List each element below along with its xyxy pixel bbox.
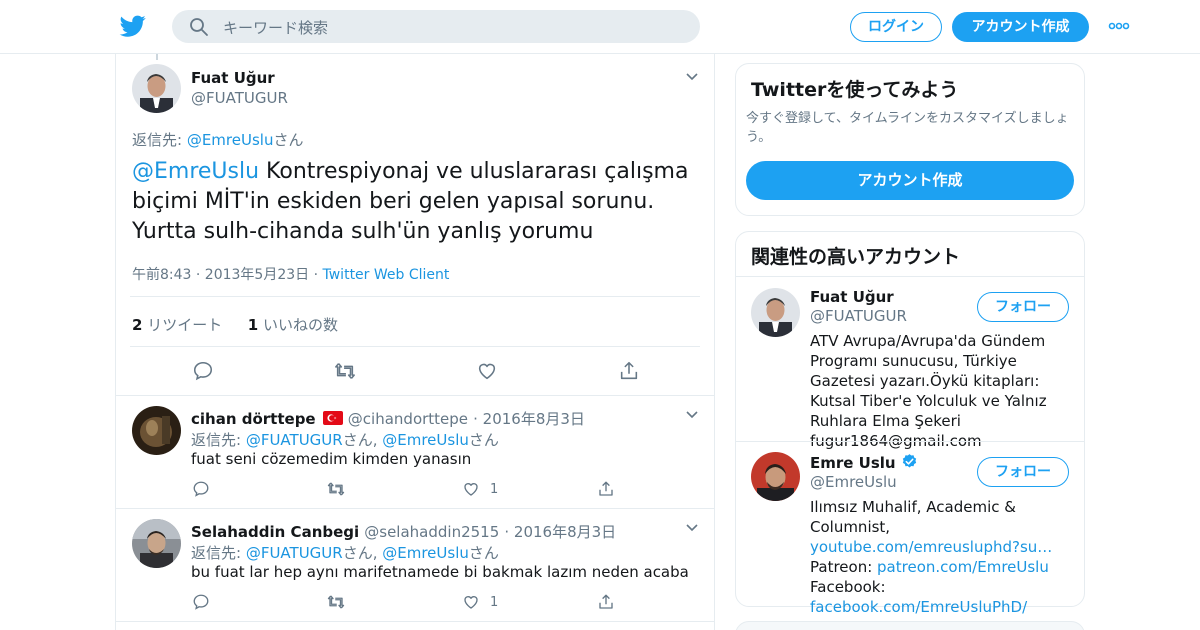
signup-button[interactable]: アカウント作成 — [952, 12, 1089, 42]
reply-icon[interactable] — [192, 480, 210, 498]
avatar[interactable] — [132, 519, 181, 568]
timestamp[interactable]: · 2016年8月3日 — [504, 523, 616, 541]
chevron-down-icon[interactable] — [685, 523, 699, 533]
account-bio: ATV Avrupa/Avrupa'da Gündem Programı sun… — [810, 332, 1047, 450]
search-icon — [190, 18, 208, 36]
reply-context: 返信先: @EmreUsluさん — [132, 131, 304, 149]
author-name[interactable]: Fuat Uğur — [191, 69, 275, 87]
share-icon[interactable] — [597, 593, 615, 611]
card-title: 関連性の高いアカウント — [751, 246, 961, 268]
chevron-down-icon[interactable] — [685, 72, 699, 82]
author-handle[interactable]: @cihandorttepe — [348, 410, 468, 428]
reply-header: Selahaddin Canbegi @selahaddin2515 · 201… — [191, 521, 616, 542]
verified-icon — [902, 454, 917, 468]
tweet-stats: 2 リツイート 1 いいねの数 — [132, 314, 338, 335]
timestamp[interactable]: 午前8:43 · 2013年5月23日 · — [132, 267, 323, 283]
account-handle[interactable]: @EmreUslu — [810, 473, 897, 491]
tweet-text: bu fuat lar hep aynı marifetnamede bi ba… — [191, 563, 689, 581]
divider — [736, 276, 1084, 277]
related-accounts-card: 関連性の高いアカウント Fuat Uğur @FUATUGUR フォロー ATV… — [735, 231, 1085, 616]
retweet-stat[interactable]: 2 リツイート — [132, 316, 222, 334]
mention-link[interactable]: @EmreUslu — [382, 544, 469, 562]
mention-link[interactable]: @EmreUslu — [187, 131, 274, 149]
retweet-icon[interactable] — [327, 480, 345, 498]
next-card — [735, 621, 1085, 630]
share-icon[interactable] — [618, 360, 640, 382]
more-icon[interactable] — [1108, 20, 1130, 32]
tweet-metadata: 午前8:43 · 2013年5月23日 · Twitter Web Client — [132, 264, 449, 284]
follow-button[interactable]: フォロー — [977, 292, 1069, 322]
account-name-row: Emre Uslu — [810, 453, 918, 472]
avatar[interactable] — [751, 288, 800, 337]
avatar[interactable] — [132, 64, 181, 113]
signup-promo-card: Twitterを使ってみよう 今すぐ登録して、タイムラインをカスタマイズしましょ… — [735, 63, 1085, 216]
account-name[interactable]: Fuat Uğur — [810, 288, 894, 306]
flag-tr-icon — [322, 411, 343, 425]
tweet-text: @EmreUslu Kontrespiyonaj ve uluslararası… — [132, 159, 689, 244]
like-count: 1 — [490, 595, 499, 610]
bio-link[interactable]: youtube.com/emreusluphd?su… — [810, 537, 1075, 557]
mention-link[interactable]: @EmreUslu — [382, 431, 469, 449]
divider — [116, 508, 714, 509]
account-handle[interactable]: @FUATUGUR — [810, 307, 907, 325]
like-icon[interactable] — [476, 360, 498, 382]
retweet-icon[interactable] — [334, 360, 356, 382]
timestamp[interactable]: · 2016年8月3日 — [473, 410, 585, 428]
account-bio: Ilımsız Muhalif, Academic & Columnist, y… — [810, 497, 1075, 617]
retweet-icon[interactable] — [327, 593, 345, 611]
like-icon[interactable] — [462, 480, 480, 498]
card-title: Twitterを使ってみよう — [751, 79, 959, 101]
reply-header: cihan dörttepe @cihandorttepe · 2016年8月3… — [191, 408, 585, 429]
share-icon[interactable] — [597, 480, 615, 498]
mention-link[interactable]: @FUATUGUR — [246, 544, 343, 562]
tweet-text: fuat seni cözemedim kimden yanasın — [191, 450, 472, 468]
divider — [116, 395, 714, 396]
login-button[interactable]: ログイン — [850, 12, 942, 42]
like-stat[interactable]: 1 いいねの数 — [248, 316, 338, 334]
like-count: 1 — [490, 482, 499, 497]
mention-link[interactable]: @EmreUslu — [132, 159, 259, 184]
bio-link[interactable]: facebook.com/EmreUsluPhD/ — [810, 597, 1075, 617]
account-name[interactable]: Emre Uslu — [810, 454, 896, 472]
signup-button[interactable]: アカウント作成 — [746, 161, 1074, 200]
source-link[interactable]: Twitter Web Client — [323, 267, 450, 283]
bio-link[interactable]: patreon.com/EmreUslu — [877, 558, 1049, 576]
avatar[interactable] — [751, 452, 800, 501]
divider — [130, 296, 700, 297]
card-subtitle: 今すぐ登録して、タイムラインをカスタマイズしましょう。 — [746, 111, 1069, 145]
reply-context: 返信先: @FUATUGURさん, @EmreUsluさん — [191, 431, 499, 449]
avatar[interactable] — [132, 406, 181, 455]
reply-icon[interactable] — [192, 360, 214, 382]
reply-icon[interactable] — [192, 593, 210, 611]
divider — [116, 621, 714, 622]
author-handle[interactable]: @FUATUGUR — [191, 89, 288, 107]
search-input[interactable]: キーワード検索 — [223, 17, 328, 38]
author-name[interactable]: cihan dörttepe — [191, 410, 316, 428]
author-handle[interactable]: @selahaddin2515 — [364, 523, 499, 541]
divider — [130, 346, 700, 347]
follow-button[interactable]: フォロー — [977, 457, 1069, 487]
thread-connector — [156, 54, 158, 60]
top-bar: キーワード検索 ログイン アカウント作成 — [0, 0, 1200, 54]
mention-link[interactable]: @FUATUGUR — [246, 431, 343, 449]
divider — [736, 441, 1084, 442]
twitter-bird-icon[interactable] — [119, 13, 147, 39]
author-name[interactable]: Selahaddin Canbegi — [191, 523, 359, 541]
like-icon[interactable] — [462, 593, 480, 611]
reply-context: 返信先: @FUATUGURさん, @EmreUsluさん — [191, 544, 499, 562]
chevron-down-icon[interactable] — [685, 410, 699, 420]
tweet-column: Fuat Uğur @FUATUGUR 返信先: @EmreUsluさん @Em… — [115, 54, 715, 630]
